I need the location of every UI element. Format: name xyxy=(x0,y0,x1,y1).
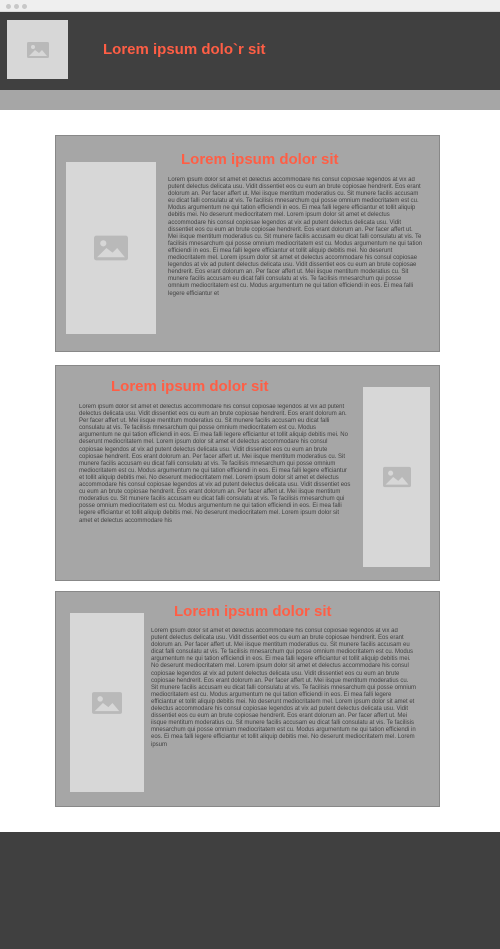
window-dot-icon xyxy=(22,4,27,9)
window-dot-icon xyxy=(14,4,19,9)
card-body-text: Lorem ipsum dolor sit amet et delectus a… xyxy=(168,177,423,297)
image-placeholder-icon xyxy=(94,235,128,261)
card-image xyxy=(70,613,144,792)
site-footer xyxy=(0,832,500,949)
content-card-1: Lorem ipsum dolor sit Lorem ipsum dolor … xyxy=(55,135,440,352)
card-image xyxy=(363,387,430,567)
card-image xyxy=(66,162,156,334)
card-body-text: Lorem ipsum dolor sit amet et delectus a… xyxy=(151,628,416,748)
site-header: Lorem ipsum dolo`r sit xyxy=(0,12,500,90)
content-card-2: Lorem ipsum dolor sit Lorem ipsum dolor … xyxy=(55,365,440,581)
window-dot-icon xyxy=(6,4,11,9)
image-placeholder-icon xyxy=(92,691,122,714)
window-chrome xyxy=(0,0,500,12)
site-title: Lorem ipsum dolo`r sit xyxy=(103,41,266,58)
card-title: Lorem ipsum dolor sit xyxy=(111,378,269,395)
image-placeholder-icon xyxy=(382,466,411,488)
image-placeholder-icon xyxy=(26,41,49,58)
nav-bar xyxy=(0,90,500,110)
card-title: Lorem ipsum dolor sit xyxy=(174,603,332,620)
content-card-3: Lorem ipsum dolor sit Lorem ipsum dolor … xyxy=(55,591,440,807)
logo-image[interactable] xyxy=(7,20,68,79)
card-title: Lorem ipsum dolor sit xyxy=(181,151,339,168)
card-body-text: Lorem ipsum dolor sit amet et delectus a… xyxy=(79,404,351,524)
